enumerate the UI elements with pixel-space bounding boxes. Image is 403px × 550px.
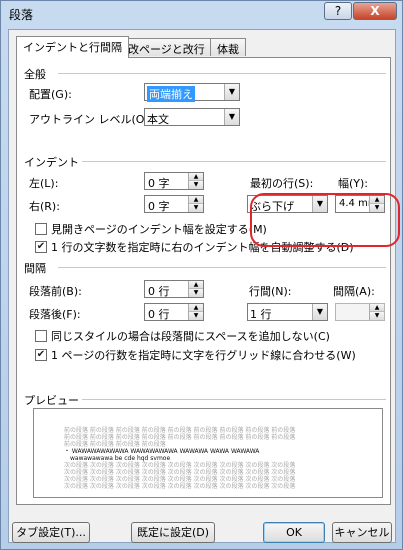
- alignment-select[interactable]: 両端揃え ▼: [144, 83, 240, 102]
- mirror-indents-label: 見開きページのインデント幅を設定する(M): [51, 223, 267, 236]
- general-section-header: 全般: [24, 66, 392, 81]
- space-before-spinner[interactable]: 0 行 ▲ ▼: [144, 280, 204, 298]
- preview-next-line: 次の段落 次の段落 次の段落 次の段落 次の段落 次の段落 次の段落 次の段落 …: [64, 483, 296, 490]
- paragraph-dialog: 段落 ? X インデントと行間隔 改ページと改行 体裁 全般 配置(G): 両端…: [0, 0, 403, 550]
- spin-up-icon[interactable]: ▲: [189, 173, 203, 181]
- spacing-header-label: 間隔: [24, 262, 46, 275]
- tab-indents-and-spacing[interactable]: インデントと行間隔: [16, 36, 129, 58]
- preview-previous-line: 前の段落 前の段落 前の段落 前の段落 前の段落 前の段落 前の段落 前の段落 …: [64, 434, 296, 441]
- space-before-label: 段落前(B):: [29, 285, 82, 298]
- annotation-highlight-ring: [250, 193, 400, 247]
- line-spacing-label: 行間(N):: [249, 285, 292, 298]
- close-button[interactable]: X: [353, 2, 397, 20]
- first-line-label: 最初の行(S):: [250, 177, 314, 190]
- alignment-label: 配置(G):: [29, 88, 72, 101]
- spin-up-icon[interactable]: ▲: [189, 196, 203, 204]
- tabs-button[interactable]: タブ設定(T)...: [12, 522, 90, 543]
- spacing-at-label: 間隔(A):: [333, 285, 375, 298]
- preview-next-line: 次の段落 次の段落 次の段落 次の段落 次の段落 次の段落 次の段落 次の段落 …: [64, 476, 296, 483]
- chevron-down-icon[interactable]: ▼: [312, 304, 327, 320]
- dialog-client: インデントと行間隔 改ページと改行 体裁 全般 配置(G): 両端揃え ▼ アウ…: [8, 29, 400, 543]
- alignment-value: 両端揃え: [147, 86, 195, 102]
- spin-up-icon[interactable]: ▲: [189, 304, 203, 312]
- space-before-value: 0 行: [148, 285, 170, 298]
- checkmark-icon[interactable]: ✔: [35, 241, 47, 253]
- tab-line-and-page-breaks[interactable]: 改ページと改行: [121, 38, 212, 56]
- ok-button[interactable]: OK: [263, 522, 325, 543]
- chevron-down-icon[interactable]: ▼: [224, 84, 239, 100]
- tab-asian-typography[interactable]: 体裁: [210, 38, 246, 56]
- general-header-label: 全般: [24, 68, 46, 81]
- divider: [58, 73, 386, 74]
- preview-previous-line: 前の段落 前の段落 前の段落 前の段落 前の段落 前の段落 前の段落 前の段落 …: [64, 427, 296, 434]
- preview-section-header: プレビュー: [24, 392, 392, 407]
- space-after-spinner[interactable]: 0 行 ▲ ▼: [144, 303, 204, 321]
- preview-next-line: 次の段落 次の段落 次の段落 次の段落 次の段落 次の段落 次の段落 次の段落 …: [64, 469, 296, 476]
- checkbox-box[interactable]: [35, 330, 47, 342]
- preview-sample-line: wawawawawa be cde hqd svmoe: [70, 455, 171, 462]
- help-button[interactable]: ?: [324, 2, 352, 20]
- space-after-label: 段落後(F):: [29, 308, 81, 321]
- indent-section-header: インデント: [24, 154, 392, 169]
- outline-level-label: アウトライン レベル(O):: [29, 113, 153, 126]
- cancel-button[interactable]: キャンセル: [332, 522, 392, 543]
- indent-right-label: 右(R):: [29, 200, 60, 213]
- divider: [82, 399, 386, 400]
- indent-header-label: インデント: [24, 156, 79, 169]
- set-as-default-button[interactable]: 既定に設定(D): [131, 522, 215, 543]
- checkbox-box[interactable]: [35, 223, 47, 235]
- title-bar[interactable]: 段落 ? X: [1, 1, 402, 25]
- spin-up-icon[interactable]: ▲: [189, 281, 203, 289]
- paragraph-preview: 前の段落 前の段落 前の段落 前の段落 前の段落 前の段落 前の段落 前の段落 …: [33, 408, 383, 498]
- snap-to-grid-label: 1 ページの行数を指定時に文字を行グリッド線に合わせる(W): [51, 349, 356, 362]
- snap-to-grid-checkbox[interactable]: ✔ 1 ページの行数を指定時に文字を行グリッド線に合わせる(W): [35, 347, 356, 362]
- spacing-section-header: 間隔: [24, 260, 392, 275]
- preview-sample-line: ・ WAWAWAWAWAWA WAWAWAWAWA WAWAWA WAWA WA…: [64, 448, 260, 455]
- outline-level-value: 本文: [147, 113, 169, 126]
- indent-right-value: 0 字: [148, 200, 170, 213]
- mirror-indents-checkbox[interactable]: 見開きページのインデント幅を設定する(M): [35, 221, 267, 236]
- preview-previous-line: 前の段落 前の段落 前の段落 前の段落: [64, 441, 166, 448]
- line-spacing-value: 1 行: [250, 308, 272, 321]
- spin-down-icon[interactable]: ▼: [189, 289, 203, 297]
- indent-left-value: 0 字: [148, 177, 170, 190]
- dialog-title: 段落: [9, 8, 34, 22]
- spin-down-icon[interactable]: ▼: [370, 312, 384, 320]
- space-after-value: 0 行: [148, 308, 170, 321]
- no-space-label: 同じスタイルの場合は段落間にスペースを追加しない(C): [51, 330, 330, 343]
- indent-left-label: 左(L):: [29, 177, 59, 190]
- spacing-at-spinner[interactable]: ▲ ▼: [335, 303, 385, 321]
- checkmark-icon[interactable]: ✔: [35, 349, 47, 361]
- indent-left-spinner[interactable]: 0 字 ▲ ▼: [144, 172, 204, 190]
- line-spacing-select[interactable]: 1 行 ▼: [247, 303, 328, 321]
- preview-header-label: プレビュー: [24, 394, 79, 407]
- spin-down-icon[interactable]: ▼: [189, 312, 203, 320]
- preview-next-line: 次の段落 次の段落 次の段落 次の段落 次の段落 次の段落 次の段落 次の段落 …: [64, 462, 296, 469]
- chevron-down-icon[interactable]: ▼: [224, 109, 239, 125]
- indent-by-label: 幅(Y):: [338, 177, 369, 190]
- tab-panel: 全般 配置(G): 両端揃え ▼ アウトライン レベル(O): 本文 ▼ インデ…: [16, 57, 400, 505]
- outline-level-select[interactable]: 本文 ▼: [144, 108, 240, 126]
- no-space-same-style-checkbox[interactable]: 同じスタイルの場合は段落間にスペースを追加しない(C): [35, 328, 330, 343]
- divider: [82, 161, 386, 162]
- divider: [58, 267, 386, 268]
- spin-down-icon[interactable]: ▼: [189, 181, 203, 189]
- spin-down-icon[interactable]: ▼: [189, 204, 203, 212]
- indent-right-spinner[interactable]: 0 字 ▲ ▼: [144, 195, 204, 213]
- spin-up-icon[interactable]: ▲: [370, 304, 384, 312]
